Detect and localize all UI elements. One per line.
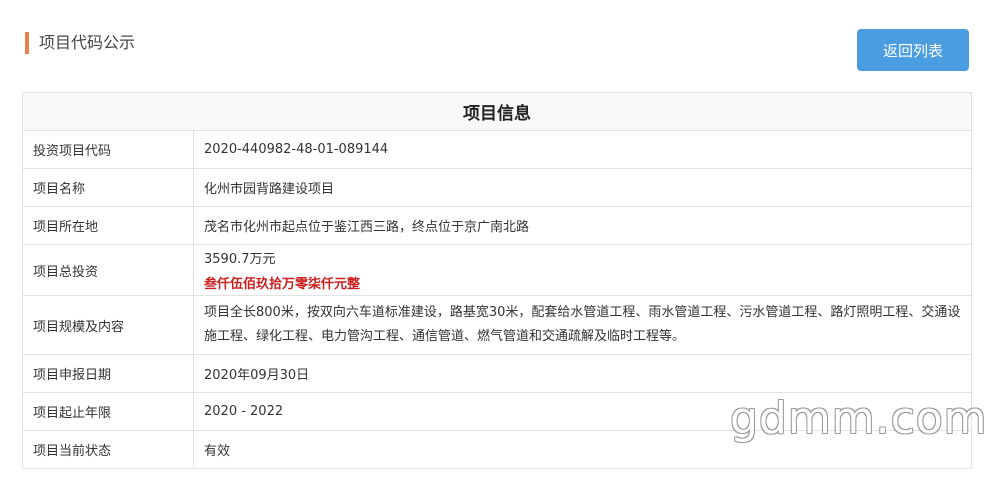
title-accent-bar	[25, 32, 29, 54]
row-value: 项目全长800米，按双向六车道标准建设，路基宽30米，配套给水管道工程、雨水管道…	[204, 305, 961, 344]
site-watermark: gdmm.com	[730, 393, 988, 444]
table-row: 项目所在地 茂名市化州市起点位于鉴江西三路，终点位于京广南北路	[22, 206, 972, 245]
page-title: 项目代码公示	[39, 33, 136, 52]
row-value-investment: 3590.7万元 叁仟伍佰玖拾万零柒仟元整	[193, 244, 972, 296]
row-label: 项目规模及内容	[22, 295, 194, 355]
page-header: 项目代码公示	[25, 32, 135, 54]
row-value: 2020年09月30日	[193, 354, 972, 393]
row-label: 项目总投资	[22, 244, 194, 296]
investment-amount: 3590.7万元	[204, 252, 276, 267]
back-to-list-button[interactable]: 返回列表	[857, 29, 969, 71]
row-label: 项目申报日期	[22, 354, 194, 393]
row-value-wrapper: 项目全长800米，按双向六车道标准建设，路基宽30米，配套给水管道工程、雨水管道…	[193, 295, 972, 355]
table-row: 项目总投资 3590.7万元 叁仟伍佰玖拾万零柒仟元整	[22, 244, 972, 296]
table-row: 投资项目代码 2020-440982-48-01-089144	[22, 130, 972, 169]
row-value: 茂名市化州市起点位于鉴江西三路，终点位于京广南北路	[193, 206, 972, 245]
table-row: 项目名称 化州市园背路建设项目	[22, 168, 972, 207]
row-value: 2020-440982-48-01-089144	[193, 130, 972, 169]
row-label: 投资项目代码	[22, 130, 194, 169]
investment-amount-chinese: 叁仟伍佰玖拾万零柒仟元整	[204, 277, 361, 292]
row-label: 项目起止年限	[22, 392, 194, 431]
table-heading-row: 项目信息	[22, 92, 972, 131]
row-label: 项目所在地	[22, 206, 194, 245]
row-label: 项目名称	[22, 168, 194, 207]
table-heading: 项目信息	[22, 92, 972, 131]
row-value: 化州市园背路建设项目	[193, 168, 972, 207]
row-label: 项目当前状态	[22, 430, 194, 469]
table-row: 项目规模及内容 项目全长800米，按双向六车道标准建设，路基宽30米，配套给水管…	[22, 295, 972, 355]
table-row: 项目申报日期 2020年09月30日	[22, 354, 972, 393]
